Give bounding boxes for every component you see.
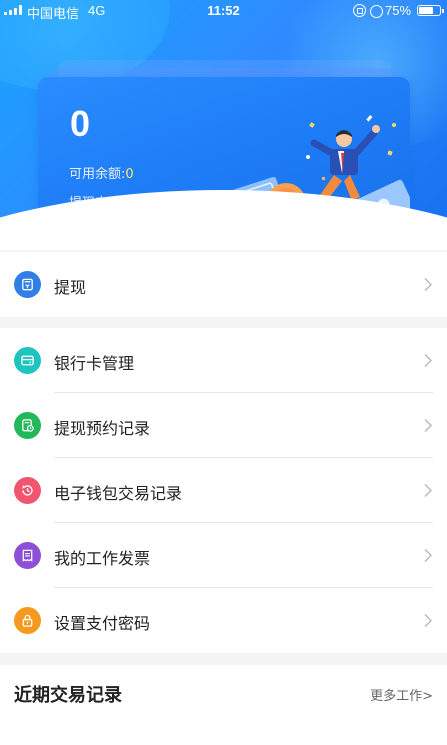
menu-row-payment-password[interactable]: 设置支付密码 (0, 588, 447, 653)
status-bar: 中国电信 4G 11:52 75% (0, 0, 447, 22)
chevron-right-icon (424, 483, 433, 498)
battery-icon (417, 5, 444, 16)
available-balance-label: 可用余额: (69, 167, 126, 182)
menu-row-bank-card[interactable]: 银行卡管理 (0, 328, 447, 393)
chevron-right-icon (424, 613, 433, 628)
menu-row-label: 提现 (54, 278, 87, 297)
withdraw-section: 提现 (0, 252, 447, 317)
chevron-right-icon (424, 418, 433, 433)
menu-row-withdraw[interactable]: 提现 (0, 252, 447, 317)
menu-row-reservation-record[interactable]: 提现预约记录 (0, 393, 447, 458)
balance-amount: 0 (70, 103, 91, 144)
rotation-lock-icon (353, 4, 366, 17)
available-balance-value: 0 (125, 167, 134, 182)
invoice-icon (14, 542, 41, 569)
wallet-withdraw-icon (14, 271, 41, 298)
more-link[interactable]: 更多工作> (370, 685, 433, 704)
recent-transactions-title: 近期交易记录 (14, 685, 122, 706)
recent-transactions-section: 近期交易记录 更多工作> (0, 665, 447, 745)
reservation-record-icon (14, 412, 41, 439)
menu-row-label: 银行卡管理 (54, 354, 135, 373)
chevron-right-icon (424, 548, 433, 563)
menu-row-work-invoice[interactable]: 我的工作发票 (0, 523, 447, 588)
alarm-icon (369, 3, 383, 18)
hero-header: 中国电信 4G 11:52 75% 0 可用余额:0 提现申请:0 (0, 0, 447, 250)
battery-percent: 75% (385, 3, 412, 18)
settings-section: 银行卡管理 提现预约记录 电子钱包交易记录 我的工作发票 设置支付密码 (0, 328, 447, 653)
menu-row-label: 我的工作发票 (54, 549, 151, 568)
available-balance: 可用余额:0 (69, 163, 134, 182)
menu-row-wallet-transactions[interactable]: 电子钱包交易记录 (0, 458, 447, 523)
chevron-right-icon (424, 277, 433, 292)
menu-row-label: 提现预约记录 (54, 419, 151, 438)
history-clock-icon (14, 477, 41, 504)
lock-icon (14, 607, 41, 634)
chevron-right-icon (424, 353, 433, 368)
menu-row-label: 设置支付密码 (54, 614, 151, 633)
bank-card-icon (14, 347, 41, 374)
menu-row-label: 电子钱包交易记录 (54, 484, 183, 503)
